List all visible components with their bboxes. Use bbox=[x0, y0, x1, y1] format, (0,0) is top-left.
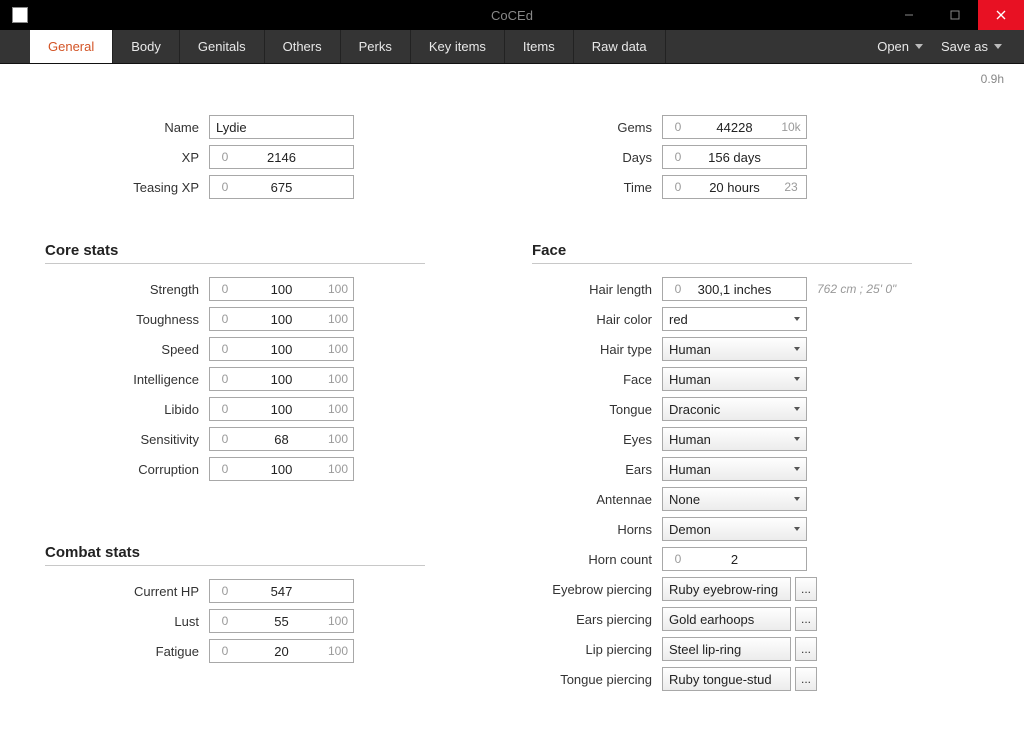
app-icon bbox=[12, 7, 28, 23]
chevron-down-icon bbox=[794, 437, 800, 441]
combat-stat-label: Fatigue bbox=[89, 644, 209, 659]
ears-select[interactable]: Human bbox=[662, 457, 807, 481]
tongue-select[interactable]: Draconic bbox=[662, 397, 807, 421]
horn-count-input[interactable]: 02 bbox=[662, 547, 807, 571]
antennae-label: Antennae bbox=[532, 492, 662, 507]
maximize-button[interactable] bbox=[932, 0, 978, 30]
gems-label: Gems bbox=[532, 120, 662, 135]
teasing-xp-input[interactable]: 0675 bbox=[209, 175, 354, 199]
eyebrow-piercing-edit[interactable]: ... bbox=[795, 577, 817, 601]
tab-key-items[interactable]: Key items bbox=[411, 30, 505, 63]
titlebar: CoCEd bbox=[0, 0, 1024, 30]
eyes-label: Eyes bbox=[532, 432, 662, 447]
core-stat-label: Toughness bbox=[89, 312, 209, 327]
hair-color-label: Hair color bbox=[532, 312, 662, 327]
version-label: 0.9h bbox=[981, 72, 1004, 86]
close-button[interactable] bbox=[978, 0, 1024, 30]
core-stat-input[interactable]: 0100100 bbox=[209, 397, 354, 421]
chevron-down-icon bbox=[915, 44, 923, 49]
xp-input[interactable]: 02146 bbox=[209, 145, 354, 169]
time-label: Time bbox=[532, 180, 662, 195]
horns-label: Horns bbox=[532, 522, 662, 537]
teasing-xp-label: Teasing XP bbox=[89, 180, 209, 195]
core-stat-label: Libido bbox=[89, 402, 209, 417]
hair-type-label: Hair type bbox=[532, 342, 662, 357]
time-input[interactable]: 020 hours23 bbox=[662, 175, 807, 199]
tab-others[interactable]: Others bbox=[265, 30, 341, 63]
window-title: CoCEd bbox=[0, 8, 1024, 23]
lip-piercing-select[interactable]: Steel lip-ring bbox=[662, 637, 791, 661]
hair-length-input[interactable]: 0300,1 inches bbox=[662, 277, 807, 301]
save-as-menu[interactable]: Save as bbox=[941, 39, 1002, 54]
tongue-label: Tongue bbox=[532, 402, 662, 417]
core-stat-input[interactable]: 0100100 bbox=[209, 277, 354, 301]
core-stats-title: Core stats bbox=[45, 242, 425, 264]
combat-stat-label: Current HP bbox=[89, 584, 209, 599]
ears-piercing-select[interactable]: Gold earhoops bbox=[662, 607, 791, 631]
tabbar: General Body Genitals Others Perks Key i… bbox=[0, 30, 1024, 64]
chevron-down-icon bbox=[794, 467, 800, 471]
name-label: Name bbox=[89, 120, 209, 135]
chevron-down-icon bbox=[794, 347, 800, 351]
chevron-down-icon bbox=[794, 377, 800, 381]
tab-items[interactable]: Items bbox=[505, 30, 574, 63]
face-title: Face bbox=[532, 242, 912, 264]
antennae-select[interactable]: None bbox=[662, 487, 807, 511]
combat-stats-title: Combat stats bbox=[45, 544, 425, 566]
eyebrow-piercing-label: Eyebrow piercing bbox=[532, 582, 662, 597]
chevron-down-icon bbox=[794, 497, 800, 501]
days-input[interactable]: 0156 days bbox=[662, 145, 807, 169]
core-stat-label: Speed bbox=[89, 342, 209, 357]
tongue-piercing-edit[interactable]: ... bbox=[795, 667, 817, 691]
core-stat-input[interactable]: 0100100 bbox=[209, 457, 354, 481]
tab-general[interactable]: General bbox=[30, 30, 113, 63]
lip-piercing-edit[interactable]: ... bbox=[795, 637, 817, 661]
eyebrow-piercing-select[interactable]: Ruby eyebrow-ring bbox=[662, 577, 791, 601]
combat-stat-input[interactable]: 020100 bbox=[209, 639, 354, 663]
tab-body[interactable]: Body bbox=[113, 30, 180, 63]
ears-piercing-edit[interactable]: ... bbox=[795, 607, 817, 631]
hair-length-hint: 762 cm ; 25' 0" bbox=[817, 282, 896, 296]
tongue-piercing-label: Tongue piercing bbox=[532, 672, 662, 687]
eyes-select[interactable]: Human bbox=[662, 427, 807, 451]
lip-piercing-label: Lip piercing bbox=[532, 642, 662, 657]
hair-color-select[interactable]: red bbox=[662, 307, 807, 331]
ears-label: Ears bbox=[532, 462, 662, 477]
core-stat-label: Strength bbox=[89, 282, 209, 297]
combat-stat-input[interactable]: 0547 bbox=[209, 579, 354, 603]
open-menu[interactable]: Open bbox=[877, 39, 923, 54]
tab-raw-data[interactable]: Raw data bbox=[574, 30, 666, 63]
chevron-down-icon bbox=[794, 317, 800, 321]
tab-genitals[interactable]: Genitals bbox=[180, 30, 265, 63]
horns-select[interactable]: Demon bbox=[662, 517, 807, 541]
combat-stat-label: Lust bbox=[89, 614, 209, 629]
tab-perks[interactable]: Perks bbox=[341, 30, 411, 63]
core-stat-input[interactable]: 0100100 bbox=[209, 337, 354, 361]
face-select[interactable]: Human bbox=[662, 367, 807, 391]
xp-label: XP bbox=[89, 150, 209, 165]
core-stat-label: Corruption bbox=[89, 462, 209, 477]
core-stat-input[interactable]: 068100 bbox=[209, 427, 354, 451]
name-input[interactable]: Lydie bbox=[209, 115, 354, 139]
minimize-button[interactable] bbox=[886, 0, 932, 30]
hair-length-label: Hair length bbox=[532, 282, 662, 297]
core-stat-input[interactable]: 0100100 bbox=[209, 367, 354, 391]
chevron-down-icon bbox=[794, 527, 800, 531]
combat-stat-input[interactable]: 055100 bbox=[209, 609, 354, 633]
core-stat-label: Sensitivity bbox=[89, 432, 209, 447]
face-label: Face bbox=[532, 372, 662, 387]
core-stat-label: Intelligence bbox=[89, 372, 209, 387]
hair-type-select[interactable]: Human bbox=[662, 337, 807, 361]
gems-input[interactable]: 04422810k bbox=[662, 115, 807, 139]
tongue-piercing-select[interactable]: Ruby tongue-stud bbox=[662, 667, 791, 691]
days-label: Days bbox=[532, 150, 662, 165]
chevron-down-icon bbox=[994, 44, 1002, 49]
core-stat-input[interactable]: 0100100 bbox=[209, 307, 354, 331]
chevron-down-icon bbox=[794, 407, 800, 411]
horn-count-label: Horn count bbox=[532, 552, 662, 567]
ears-piercing-label: Ears piercing bbox=[532, 612, 662, 627]
